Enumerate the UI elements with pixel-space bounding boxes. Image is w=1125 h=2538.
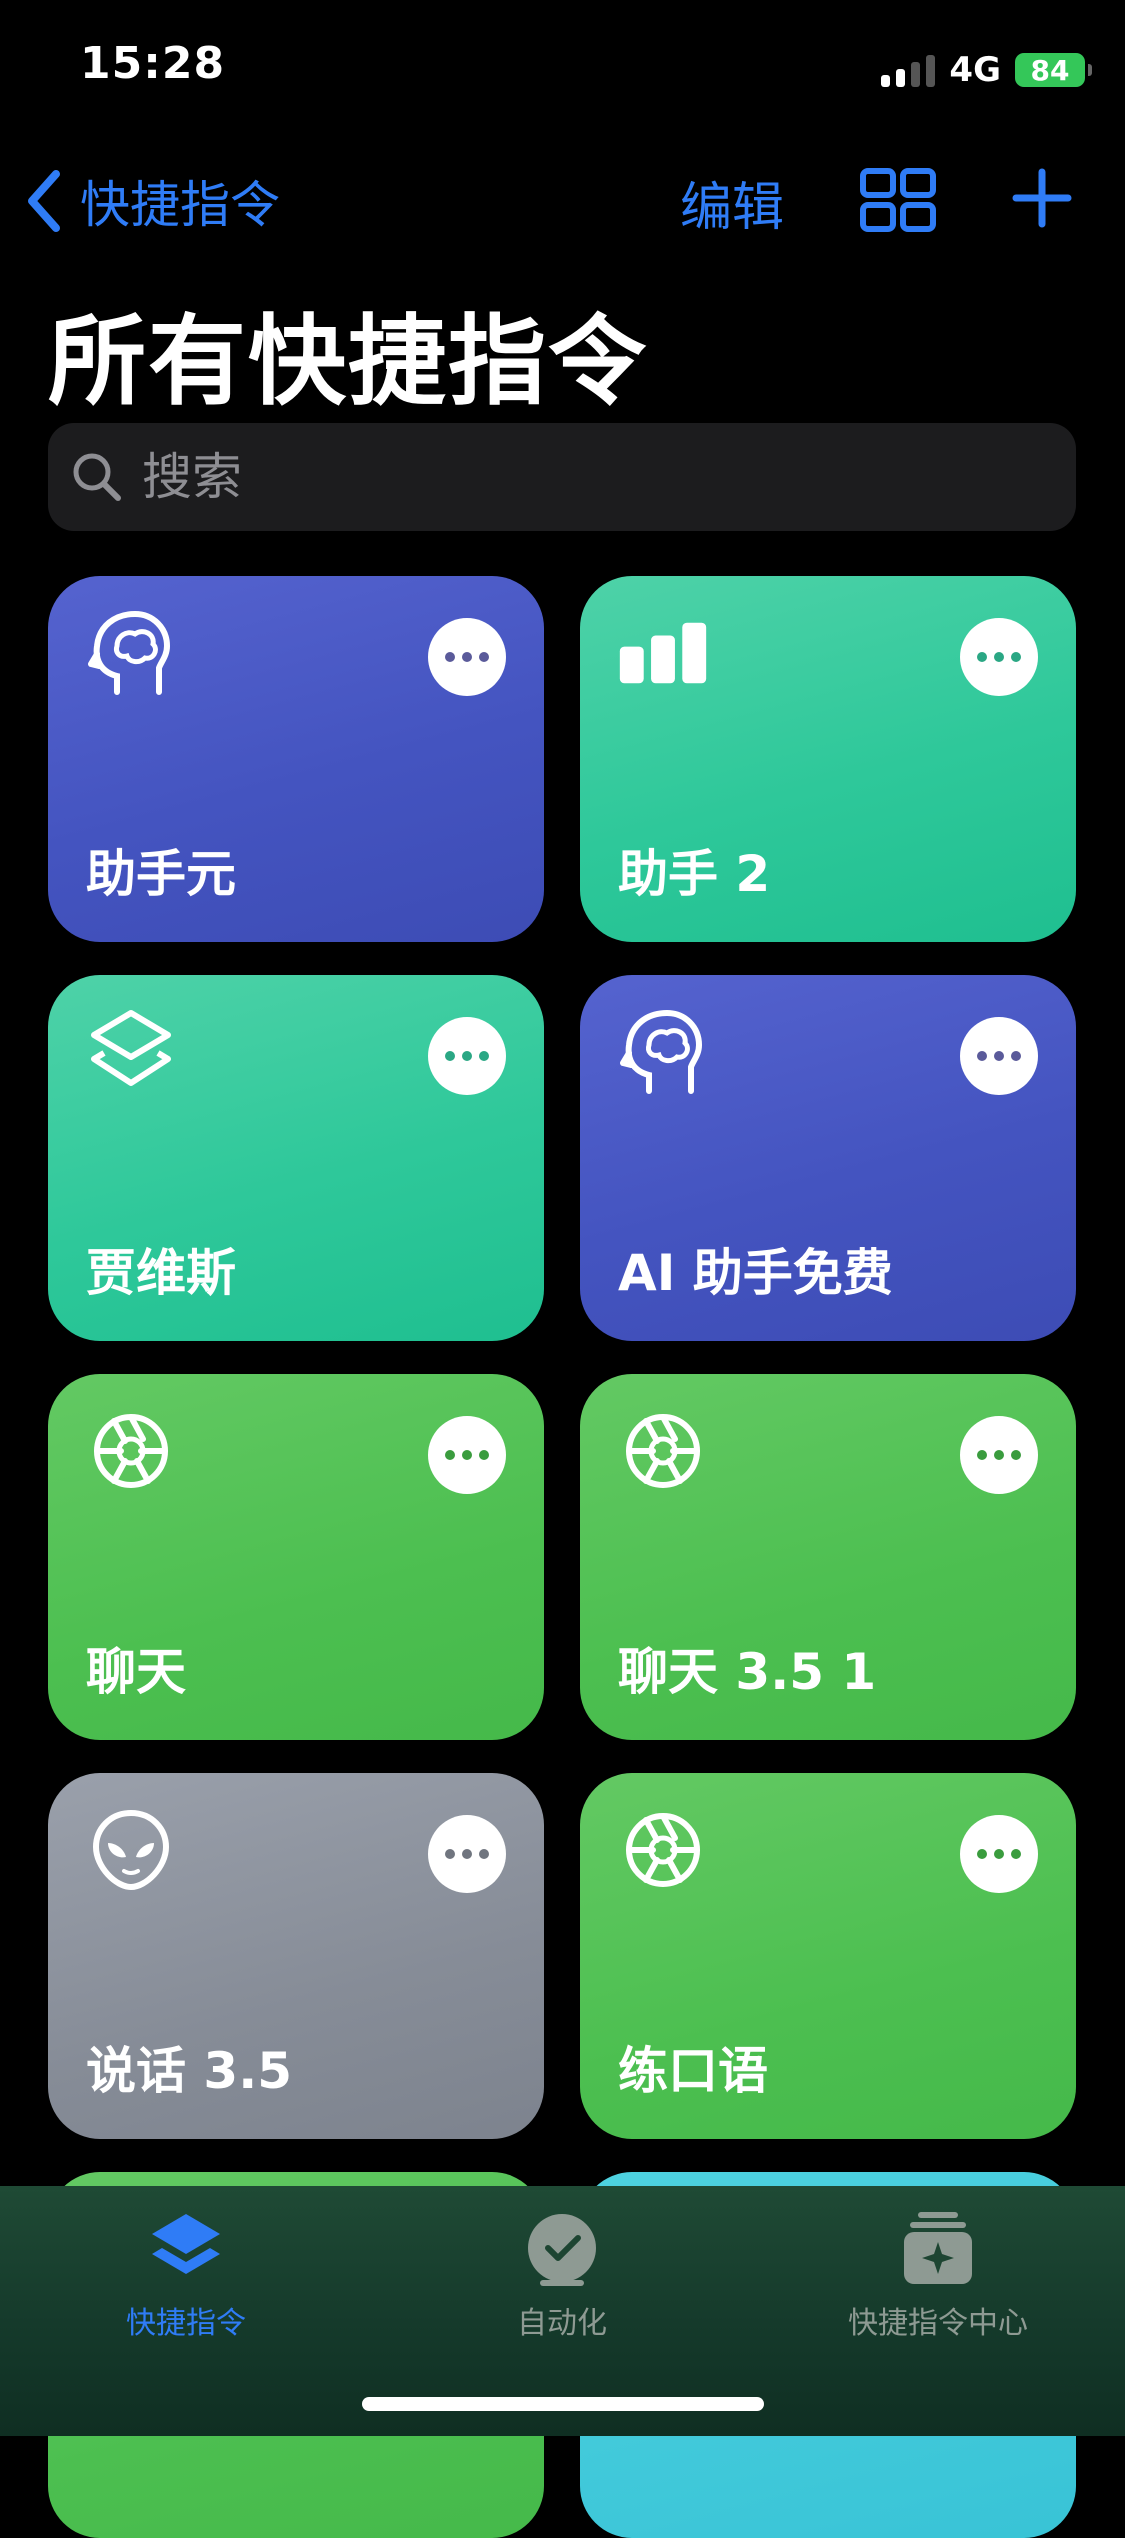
alien-icon xyxy=(86,1805,176,1895)
home-indicator[interactable] xyxy=(362,2397,764,2411)
grid-view-button[interactable] xyxy=(860,168,936,236)
chart-bars-icon xyxy=(618,608,708,698)
shortcut-tile[interactable]: 说话 3.5 xyxy=(48,1773,544,2139)
grid-icon xyxy=(860,168,936,232)
cellular-signal-icon xyxy=(881,53,936,87)
battery-icon: 84 xyxy=(1015,53,1092,87)
shortcut-label: 助手元 xyxy=(86,845,236,903)
battery-level: 84 xyxy=(1030,53,1070,87)
search-input[interactable] xyxy=(140,447,1024,507)
tab-automation[interactable]: 自动化 xyxy=(412,2210,712,2342)
shortcut-label: 聊天 xyxy=(86,1643,186,1701)
shortcut-tile[interactable]: 练口语 xyxy=(580,1773,1076,2139)
search-bar[interactable] xyxy=(48,423,1076,531)
add-shortcut-button[interactable] xyxy=(1012,168,1072,232)
gallery-sparkle-icon xyxy=(904,2212,972,2284)
clock-check-icon xyxy=(528,2214,596,2286)
more-button[interactable] xyxy=(428,1416,506,1494)
tab-label: 自动化 xyxy=(517,2306,607,2341)
more-button[interactable] xyxy=(428,618,506,696)
more-button[interactable] xyxy=(428,1017,506,1095)
more-button[interactable] xyxy=(428,1815,506,1893)
status-time: 15:28 xyxy=(80,38,226,89)
page-title: 所有快捷指令 xyxy=(48,305,649,419)
status-indicators: 4G 84 xyxy=(881,50,1092,90)
more-button[interactable] xyxy=(960,618,1038,696)
shortcut-tile[interactable]: 聊天 3.5 1 xyxy=(580,1374,1076,1740)
shortcut-tile[interactable]: 助手元 xyxy=(48,576,544,942)
shortcut-label: 贾维斯 xyxy=(86,1244,236,1302)
aperture-icon xyxy=(618,1406,708,1496)
tab-label: 快捷指令 xyxy=(126,2306,246,2341)
shortcut-tile[interactable]: 聊天 xyxy=(48,1374,544,1740)
aperture-icon xyxy=(86,1406,176,1496)
layers-icon xyxy=(86,1007,176,1097)
brain-head-icon xyxy=(618,1007,708,1097)
brain-head-icon xyxy=(86,608,176,698)
shortcut-label: 助手 2 xyxy=(618,845,771,903)
search-icon xyxy=(73,453,121,501)
more-button[interactable] xyxy=(960,1815,1038,1893)
tab-gallery[interactable]: 快捷指令中心 xyxy=(788,2210,1088,2342)
layers-icon xyxy=(152,2214,220,2274)
tab-label: 快捷指令中心 xyxy=(848,2306,1028,2341)
tab-shortcuts[interactable]: 快捷指令 xyxy=(36,2210,336,2342)
back-button-label: 快捷指令 xyxy=(80,176,280,234)
shortcut-tile[interactable]: 贾维斯 xyxy=(48,975,544,1341)
network-type: 4G xyxy=(949,50,1001,90)
edit-button[interactable]: 编辑 xyxy=(680,165,784,240)
more-button[interactable] xyxy=(960,1416,1038,1494)
more-button[interactable] xyxy=(960,1017,1038,1095)
plus-icon xyxy=(1012,168,1072,228)
back-button[interactable]: 快捷指令 xyxy=(26,165,280,237)
shortcut-label: AI 助手免费 xyxy=(618,1244,893,1302)
shortcut-label: 说话 3.5 xyxy=(86,2042,292,2100)
shortcut-label: 练口语 xyxy=(618,2042,768,2100)
shortcut-tile[interactable]: AI 助手免费 xyxy=(580,975,1076,1341)
chevron-left-icon xyxy=(28,170,60,232)
shortcut-tile[interactable]: 助手 2 xyxy=(580,576,1076,942)
aperture-icon xyxy=(618,1805,708,1895)
shortcut-label: 聊天 3.5 1 xyxy=(618,1643,877,1701)
